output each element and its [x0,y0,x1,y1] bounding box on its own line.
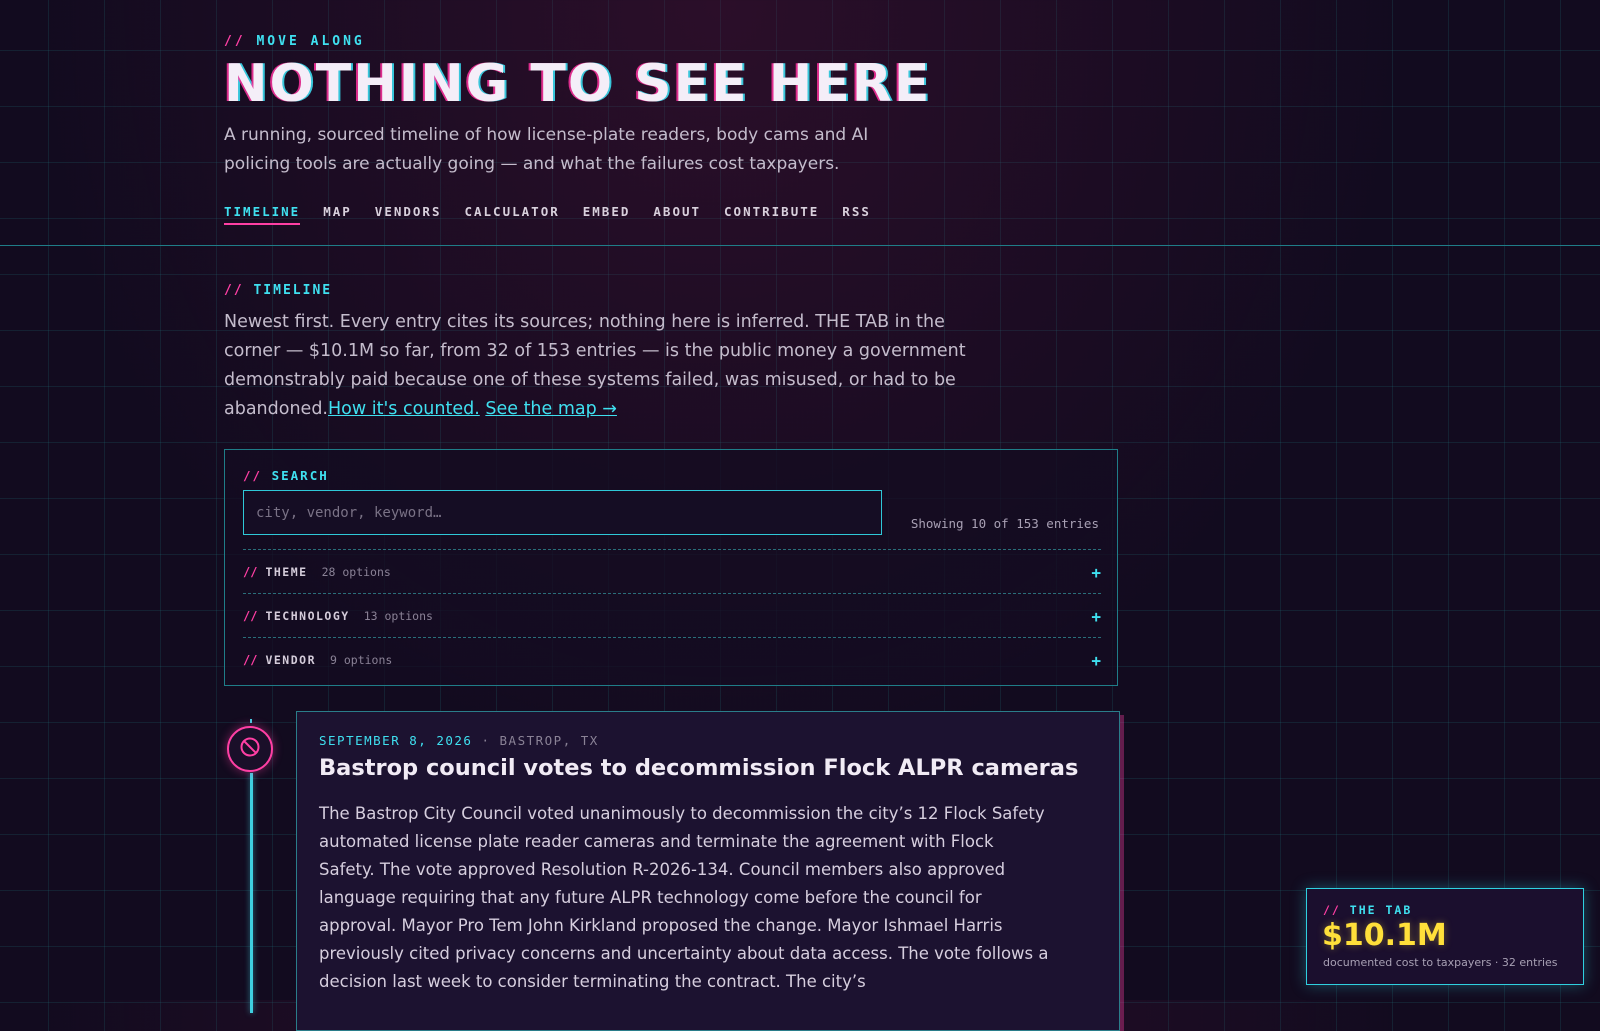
timeline-line [250,773,253,1013]
entry-body: The Bastrop City Council voted unanimous… [319,804,1049,991]
tab-calculator[interactable]: CALCULATOR [464,204,559,225]
search-input[interactable] [243,490,882,535]
how-counted-link[interactable]: How it's counted. [328,399,480,419]
search-label-slash: // [243,468,263,483]
site-title: NOTHING TO SEE HERE [224,54,932,114]
timeline-eyebrow: // TIMELINE [224,283,332,298]
timeline-eyebrow-text: TIMELINE [253,283,333,298]
tab-eyebrow: // THE TAB [1323,903,1412,917]
tab-eyebrow-slash: // [1323,903,1341,917]
facet-name: VENDOR [265,653,316,667]
tab-contribute[interactable]: CONTRIBUTE [724,204,819,225]
tab-eyebrow-text: THE TAB [1349,903,1413,917]
facet-count: 13 options [363,609,433,623]
entry-date: SEPTEMBER 8, 2026 [319,733,473,748]
results-count: Showing 10 of 153 entries [910,516,1099,531]
search-label: // SEARCH [243,468,329,483]
main-nav: TIMELINE MAP VENDORS CALCULATOR EMBED AB… [224,204,871,225]
timeline-connector [250,719,252,723]
header-eyebrow: // MOVE ALONG [224,34,365,49]
facet-name: THEME [265,565,308,579]
entry-meta: SEPTEMBER 8, 2026 · BASTROP, TX [319,733,599,748]
site-subtitle: A running, sourced timeline of how licen… [224,125,869,174]
tab-embed[interactable]: EMBED [583,204,631,225]
timeline-eyebrow-slash: // [224,283,244,298]
filter-panel: // SEARCH Showing 10 of 153 entries // T… [224,449,1118,686]
expand-plus-icon[interactable]: + [1091,563,1101,582]
entry-title[interactable]: Bastrop council votes to decommission Fl… [319,755,1078,781]
eyebrow-text: MOVE ALONG [256,34,365,49]
facet-slash: // [243,565,258,579]
search-label-text: SEARCH [271,468,329,483]
tab-rss[interactable]: RSS [842,204,871,225]
tab-timeline[interactable]: TIMELINE [224,204,301,225]
facet-count: 9 options [330,653,393,667]
facet-name: TECHNOLOGY [265,609,350,623]
facet-technology[interactable]: // TECHNOLOGY 13 options + [243,593,1101,638]
see-map-link[interactable]: See the map → [485,399,617,419]
prohibited-icon [239,736,261,762]
entry-location: BASTROP, TX [499,733,599,748]
tab-about[interactable]: ABOUT [653,204,701,225]
the-tab-widget[interactable]: // THE TAB $10.1M documented cost to tax… [1306,888,1584,985]
facet-slash: // [243,609,258,623]
tab-caption: documented cost to taxpayers · 32 entrie… [1323,956,1558,969]
timeline-node [227,726,273,772]
facet-slash: // [243,653,258,667]
expand-plus-icon[interactable]: + [1091,607,1101,626]
facet-vendor[interactable]: // VENDOR 9 options + [243,637,1101,682]
tab-amount: $10.1M [1322,918,1447,953]
tab-map[interactable]: MAP [323,204,352,225]
header-divider [0,245,1600,246]
timeline-entry-card[interactable]: SEPTEMBER 8, 2026 · BASTROP, TX Bastrop … [296,711,1120,1031]
timeline-intro: Newest first. Every entry cites its sour… [224,308,984,424]
facet-count: 28 options [321,565,391,579]
meta-separator: · [481,733,491,748]
eyebrow-slash: // [224,34,246,49]
tab-vendors[interactable]: VENDORS [375,204,442,225]
facet-theme[interactable]: // THEME 28 options + [243,549,1101,594]
expand-plus-icon[interactable]: + [1091,651,1101,670]
